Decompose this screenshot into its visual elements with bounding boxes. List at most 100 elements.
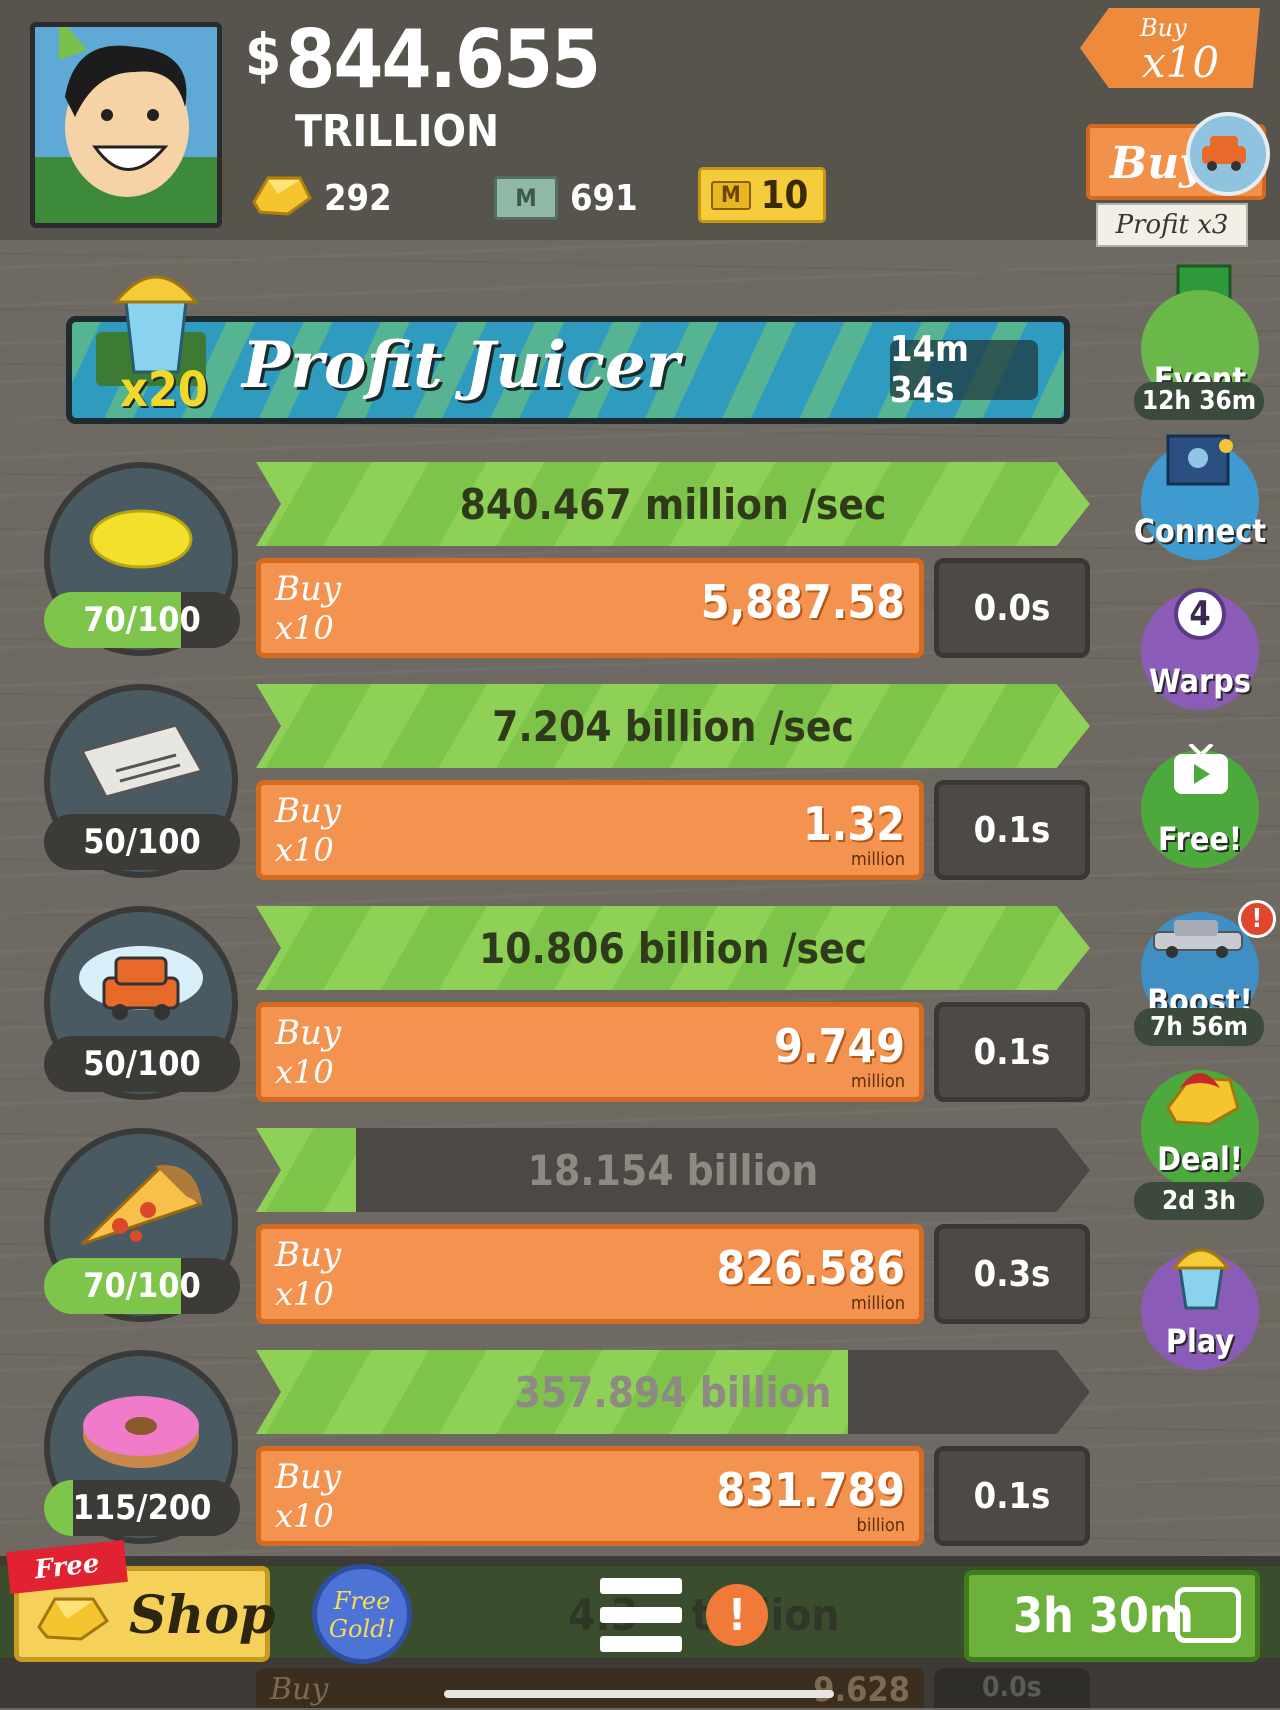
ad-boost-button[interactable]: 3h 30m — [964, 1570, 1260, 1662]
free-gold-button[interactable]: Free Gold! — [312, 1564, 412, 1664]
pizza-icon — [76, 1160, 206, 1254]
money-total: $844.655 — [245, 13, 601, 106]
buy-business-button[interactable]: Buy x10 1.32 million — [256, 780, 924, 880]
buy-business-button[interactable]: Buy x10 826.586 million — [256, 1224, 924, 1324]
gold-bars-icon — [37, 1597, 110, 1641]
buy-business-button[interactable]: Buy x10 831.789 billion — [256, 1446, 924, 1546]
business-timer: 0.3s — [934, 1224, 1090, 1324]
buy-label: Buy — [275, 569, 342, 609]
connect-cards-icon — [1166, 434, 1233, 486]
buy-cost-unit: million — [851, 1071, 905, 1092]
owned-count: 115/200 — [72, 1488, 212, 1528]
juicer-multiplier: x20 — [120, 362, 208, 418]
revenue-text: 10.806 billion /sec — [478, 923, 868, 973]
shop-label: Shop — [129, 1585, 276, 1646]
profit-juicer-banner[interactable]: Profit Juicer 14m 34s — [66, 316, 1070, 424]
buy-cost: 831.789 — [716, 1463, 906, 1517]
free-gold-label: Free Gold! — [328, 1587, 396, 1643]
play-label: Play — [1165, 1322, 1235, 1360]
business-row: 115/200 357.894 billion Buy x10 831.789 … — [0, 1350, 1110, 1560]
revenue-text: 18.154 billion — [527, 1145, 819, 1195]
revenue-progress-bar[interactable]: 357.894 billion — [256, 1350, 1090, 1434]
buy-cost: 5,887.58 — [700, 575, 905, 629]
warps-label: Warps — [1149, 662, 1251, 700]
revenue-progress-bar[interactable]: 840.467 million /sec — [256, 462, 1090, 546]
free-ad-button[interactable]: Free! — [1140, 738, 1260, 868]
free-label: Free! — [1157, 820, 1242, 858]
top-header: $844.655 TRILLION 292 M 691 M 10 Buy x10… — [0, 0, 1280, 247]
buy-business-button[interactable]: Buy x10 9.749 million — [256, 1002, 924, 1102]
money-unit: TRILLION — [295, 106, 500, 157]
business-row: 50/100 10.806 billion /sec Buy x10 9.749… — [0, 906, 1110, 1116]
gift-gold-icon — [1166, 1073, 1240, 1126]
revenue-progress-bar[interactable]: 7.204 billion /sec — [256, 684, 1090, 768]
buy-multiplier-toggle[interactable]: Buy x10 — [1080, 8, 1260, 88]
buy-quantity: x10 — [275, 831, 334, 869]
business-timer: 0.1s — [934, 1002, 1090, 1102]
owned-count: 70/100 — [83, 1266, 201, 1306]
revenue-text: 7.204 billion /sec — [492, 701, 854, 751]
tv-play-icon — [1174, 744, 1228, 794]
revenue-progress-bar[interactable]: 18.154 billion — [256, 1128, 1090, 1212]
revenue-progress-bar[interactable]: 10.806 billion /sec — [256, 906, 1090, 990]
owned-count: 50/100 — [83, 822, 201, 862]
business-row: 70/100 18.154 billion Buy x10 826.586 mi… — [0, 1128, 1110, 1338]
player-avatar[interactable] — [30, 22, 222, 228]
newspaper-icon — [76, 721, 206, 805]
gold-stat[interactable]: 292 — [248, 172, 392, 224]
megabucks-icon: M — [494, 176, 558, 220]
owned-count-bar: 115/200 — [44, 1480, 240, 1536]
deal-timer: 2d 3h — [1134, 1182, 1264, 1220]
lemon-icon — [86, 504, 196, 578]
owned-count-bar: 50/100 — [44, 1036, 240, 1092]
upgrade-profit-tag: Profit x3 — [1096, 203, 1248, 247]
connect-button[interactable]: Connect — [1134, 430, 1266, 560]
time-car-icon — [1153, 920, 1243, 958]
menu-alert-icon: ! — [706, 1584, 768, 1646]
deal-label: Deal! — [1157, 1140, 1243, 1178]
boost-alert-icon: ! — [1238, 900, 1276, 938]
connect-label: Connect — [1133, 512, 1267, 550]
tv-play-icon — [1175, 1587, 1241, 1643]
buy-quantity: x10 — [275, 1053, 334, 1091]
business-timer: 0.1s — [934, 1446, 1090, 1546]
play-juicer-button[interactable]: Play — [1140, 1240, 1260, 1370]
ticket-stat[interactable]: M 10 — [698, 167, 826, 223]
buy-upgrade-button[interactable]: Buy — [1086, 112, 1270, 200]
buy-cost-unit: billion — [856, 1515, 905, 1536]
buy-label: Buy — [275, 1457, 342, 1497]
menu-hamburger-icon[interactable] — [600, 1578, 682, 1652]
megabucks-stat[interactable]: M 691 — [494, 172, 638, 224]
buy-quantity: x10 — [275, 1275, 334, 1313]
buy-business-button[interactable]: Buy x10 5,887.58 — [256, 558, 924, 658]
megabucks-count: 691 — [570, 177, 638, 219]
revenue-text: 357.894 billion — [514, 1367, 832, 1417]
buy-label: Buy — [275, 1235, 342, 1275]
ad-timer-label: 3h 30m — [1013, 1588, 1194, 1644]
warps-button[interactable]: Warps 4 — [1140, 580, 1260, 710]
event-timer: 12h 36m — [1134, 382, 1264, 420]
buy-cost-unit: million — [851, 849, 905, 870]
car-wash-icon — [76, 938, 206, 1032]
business-row: 50/100 7.204 billion /sec Buy x10 1.32 m… — [0, 684, 1110, 894]
donut-icon — [76, 1382, 206, 1476]
ticket-icon: M — [711, 180, 751, 210]
home-indicator[interactable] — [444, 1690, 834, 1698]
business-row: 70/100 840.467 million /sec Buy x10 5,88… — [0, 462, 1110, 672]
next-row-timer: 0.0s — [982, 1670, 1042, 1703]
owned-count: 50/100 — [83, 1044, 201, 1084]
buy-multiplier-value: x10 — [1142, 38, 1220, 87]
next-business-row-partial: Buy 9.628 — [256, 1668, 924, 1710]
owned-count-bar: 50/100 — [44, 814, 240, 870]
next-row-timer-partial: 0.0s — [934, 1668, 1090, 1708]
deal-button[interactable]: Deal! — [1140, 1058, 1260, 1188]
ticket-count: 10 — [760, 173, 809, 217]
owned-count-bar: 70/100 — [44, 592, 240, 648]
next-row-buy-label: Buy — [270, 1672, 329, 1707]
buy-cost: 826.586 — [716, 1241, 906, 1295]
warps-count: 4 — [1174, 588, 1226, 640]
buy-label: Buy — [275, 791, 342, 831]
owned-count: 70/100 — [83, 600, 201, 640]
juicer-title: Profit Juicer — [242, 328, 680, 403]
business-timer: 0.1s — [934, 780, 1090, 880]
